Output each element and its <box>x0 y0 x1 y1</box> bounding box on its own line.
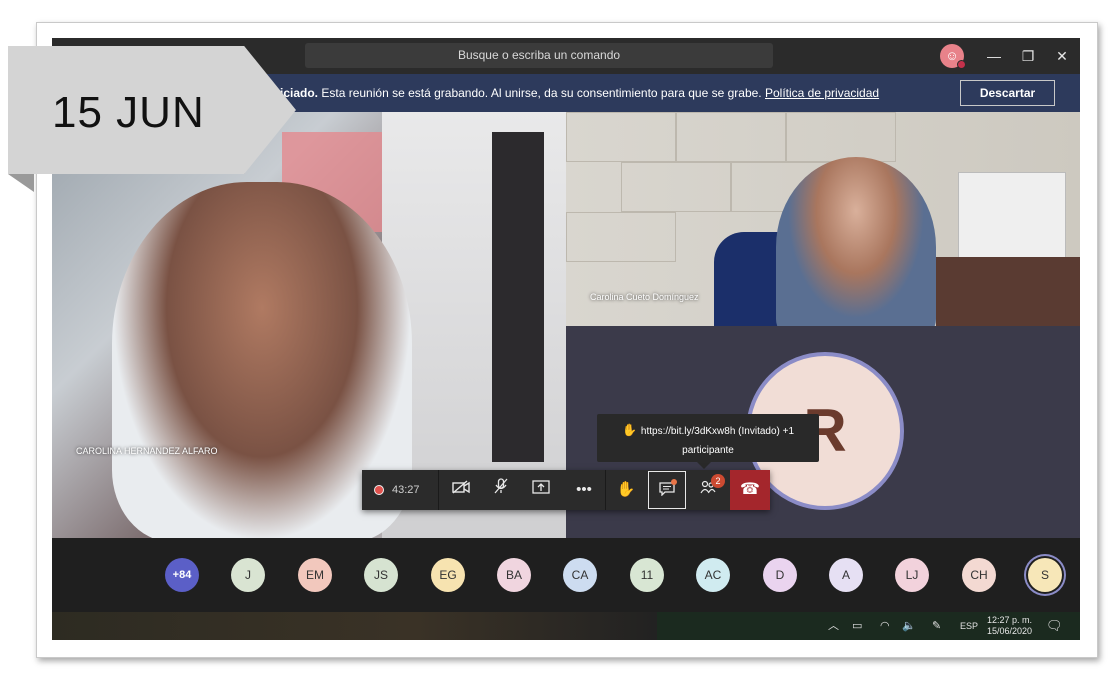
chevron-up-icon[interactable]: ︿ <box>828 618 839 634</box>
pen-icon[interactable]: ✎ <box>932 618 941 634</box>
clock-date: 15/06/2020 <box>987 626 1033 636</box>
user-avatar[interactable]: ☺ <box>940 44 966 69</box>
background-door <box>492 132 544 462</box>
wall-brick <box>566 112 676 162</box>
tooltip-text: https://bit.ly/3dKxw8h (Invitado) +1 <box>640 426 795 437</box>
chat-button[interactable] <box>648 471 686 509</box>
share-screen-button[interactable] <box>522 470 560 510</box>
office-printer <box>958 172 1066 262</box>
camera-off-icon <box>452 480 470 494</box>
windows-taskbar: ︿ ▭ ◠ 🔈 ✎ ESP 12:27 p. m. 15/06/2020 🗨 <box>52 612 1080 640</box>
divider <box>438 470 439 510</box>
participant-name-right-top: Carolina Cueto Domínguez <box>590 292 699 302</box>
participant-avatar[interactable]: LJ <box>895 558 929 592</box>
raised-hand-tooltip: ✋ https://bit.ly/3dKxw8h (Invitado) +1 pa… <box>597 414 819 469</box>
notifications-icon[interactable]: 🗨 <box>1046 618 1063 634</box>
participants-count-badge: 2 <box>711 474 725 488</box>
clock-time: 12:27 p. m. <box>987 615 1033 625</box>
participant-avatar[interactable]: CH <box>962 558 996 592</box>
taskbar-background <box>52 612 657 640</box>
wall-brick <box>566 212 676 262</box>
person-icon: ☺ <box>945 48 959 63</box>
tooltip-line-1: ✋ https://bit.ly/3dKxw8h (Invitado) +1 <box>597 423 819 437</box>
participant-avatar[interactable]: 11 <box>630 558 664 592</box>
participant-avatar[interactable]: JS <box>364 558 398 592</box>
minimize-button[interactable]: — <box>984 46 1004 66</box>
command-search-box[interactable]: Busque o escriba un comando <box>305 43 773 68</box>
share-screen-icon <box>532 480 550 494</box>
dismiss-button[interactable]: Descartar <box>960 80 1055 106</box>
hand-icon: ✋ <box>616 481 636 498</box>
participants-button[interactable]: 2 <box>689 470 727 510</box>
tooltip-line-2: participante <box>682 445 734 456</box>
system-clock[interactable]: 12:27 p. m. 15/06/2020 <box>987 615 1032 637</box>
privacy-policy-link[interactable]: Política de privacidad <box>765 86 879 100</box>
wall-brick <box>786 112 896 162</box>
participant-avatar[interactable]: BA <box>497 558 531 592</box>
participant-name-left: CAROLINA HERNANDEZ ALFARO <box>76 446 218 456</box>
wifi-icon[interactable]: ◠ <box>880 618 890 634</box>
ribbon-date: 15 JUN <box>52 88 205 137</box>
close-window-button[interactable]: ✕ <box>1052 46 1072 66</box>
participant-strip: +84 J EM JS EG BA CA 11 AC D A LJ CH S <box>52 538 1080 612</box>
meeting-timer: 43:27 <box>392 484 420 496</box>
wall-brick <box>676 112 786 162</box>
participant-avatar[interactable]: D <box>763 558 797 592</box>
participant-avatar[interactable]: CA <box>563 558 597 592</box>
battery-icon[interactable]: ▭ <box>852 618 862 634</box>
raised-hand-icon: ✋ <box>621 423 637 437</box>
banner-message: Esta reunión se está grabando. Al unirse… <box>321 86 762 100</box>
participant-avatar[interactable]: EG <box>431 558 465 592</box>
more-participants-avatar[interactable]: +84 <box>165 558 199 592</box>
more-actions-button[interactable]: ••• <box>565 470 603 510</box>
participant-avatar[interactable]: EM <box>298 558 332 592</box>
participant-avatar[interactable]: J <box>231 558 265 592</box>
presence-dot <box>957 60 966 69</box>
video-tile-right-top[interactable]: Carolina Cueto Domínguez <box>566 112 1080 326</box>
camera-off-button[interactable] <box>442 470 480 510</box>
participant-avatar[interactable]: AC <box>696 558 730 592</box>
mute-button[interactable] <box>482 470 520 510</box>
recording-icon <box>374 485 384 495</box>
participant-avatar[interactable]: S <box>1028 558 1062 592</box>
phone-hangup-icon: ☎ <box>740 481 760 498</box>
participant-video <box>776 157 936 326</box>
hang-up-button[interactable]: ☎ <box>730 470 770 510</box>
volume-icon[interactable]: 🔈 <box>902 618 916 634</box>
raise-hand-button[interactable]: ✋ <box>607 470 645 510</box>
unread-dot <box>671 479 677 485</box>
office-cabinet <box>936 257 1080 326</box>
wall-brick <box>621 162 731 212</box>
mic-off-icon <box>494 478 508 494</box>
meeting-controls: 43:27 ••• ✋ 2 ☎ <box>362 470 770 510</box>
maximize-button[interactable]: ❐ <box>1018 46 1038 66</box>
language-indicator[interactable]: ESP <box>960 618 978 634</box>
divider <box>605 470 606 510</box>
ribbon-fold <box>8 174 34 192</box>
recording-notice: ha iniciado. Esta reunión se está graban… <box>252 86 879 100</box>
participant-avatar[interactable]: A <box>829 558 863 592</box>
more-icon: ••• <box>576 481 592 498</box>
